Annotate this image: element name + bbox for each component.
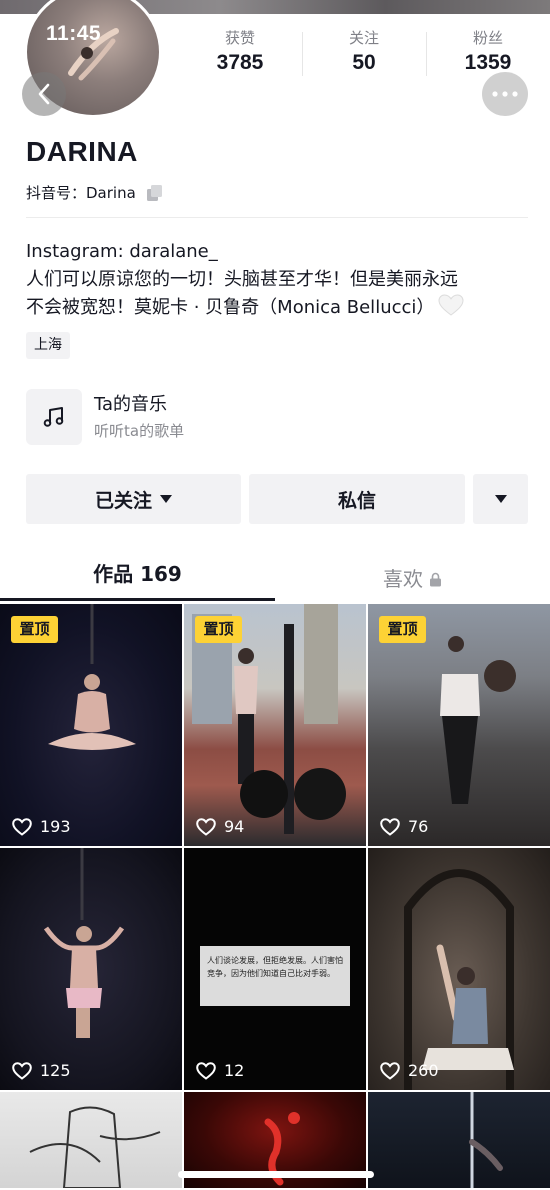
bio-line-3: 不会被宽恕！莫妮卡 · 贝鲁奇（Monica Bellucci） [26,297,435,318]
location-tag[interactable]: 上海 [26,332,70,359]
stat-following-label: 关注 [348,29,379,47]
video-grid: 置顶 193 置顶 94 置顶 76 125 人们谈论发展，但拒绝发展。人们害怕… [0,604,550,1188]
tab-likes[interactable]: 喜欢 [275,556,550,602]
white-heart-icon [438,294,464,316]
lock-icon [430,572,441,586]
video-thumbnail[interactable]: 人们谈论发展，但拒绝发展。人们害怕竞争，因为他们知道自己比对手弱。 12 [184,848,366,1090]
divider [26,217,528,218]
stat-following-value: 50 [352,51,376,74]
video-thumbnail[interactable] [368,1092,550,1188]
like-count-value: 193 [40,817,71,836]
video-thumbnail[interactable]: 260 [368,848,550,1090]
music-subtitle: 听听ta的歌单 [94,422,185,440]
bio-line-2: 人们可以原谅您的一切！头脑甚至才华！但是美丽永远 [26,269,458,290]
chevron-left-icon [38,83,50,105]
stat-likes[interactable]: 获赞 3785 [178,28,302,80]
like-count-value: 125 [40,1061,71,1080]
video-thumbnail[interactable] [0,1092,182,1188]
bio-line-3-wrap: 不会被宽恕！莫妮卡 · 贝鲁奇（Monica Bellucci） [26,294,536,322]
stat-followers-value: 1359 [464,51,512,74]
music-icon-box [26,389,82,445]
like-count-value: 76 [408,817,429,836]
profile-name: DARINA [26,136,138,167]
pinned-badge: 置顶 [379,616,426,643]
profile-stats: 获赞 3785 关注 50 粉丝 1359 [178,28,550,80]
aerial-hoop-arms-figure [43,848,125,1038]
pinned-badge: 置顶 [195,616,242,643]
stat-likes-label: 获赞 [224,29,255,47]
video-thumbnail[interactable]: 125 [0,848,182,1090]
tab-underline [0,598,275,601]
like-count: 125 [12,1061,71,1080]
heart-outline-icon [12,817,32,836]
message-button[interactable]: 私信 [249,474,465,524]
heart-outline-icon [12,1061,32,1080]
followed-button[interactable]: 已关注 [26,474,241,524]
like-count-value: 12 [224,1061,245,1080]
heart-outline-icon [380,1061,400,1080]
caret-down-icon [494,495,507,503]
douyin-id-text: 抖音号：Darina [26,184,136,202]
like-count: 76 [380,817,428,836]
mirror-stretch-figure [404,869,514,1090]
like-count-value: 260 [408,1061,439,1080]
home-indicator [178,1171,374,1178]
tab-likes-label: 喜欢 [383,567,423,591]
back-button[interactable] [22,72,66,116]
music-note-icon [43,407,64,427]
caret-down-icon [160,495,172,503]
stat-followers-label: 粉丝 [472,29,503,47]
tab-works[interactable]: 作品 169 [0,556,275,602]
douyin-id: 抖音号：Darina [26,182,164,203]
stat-likes-value: 3785 [216,51,264,74]
heart-outline-icon [380,817,400,836]
music-text: Ta的音乐 听听ta的歌单 [94,392,184,442]
content-tabs: 作品 169 喜欢 [0,556,550,602]
pole-figure [469,1092,503,1188]
status-time: 11:45 [46,22,102,45]
video-thumbnail[interactable]: 置顶 76 [368,604,550,846]
like-count: 94 [196,817,244,836]
like-count: 12 [196,1061,244,1080]
music-entry[interactable]: Ta的音乐 听听ta的歌单 [26,388,526,446]
video-thumbnail[interactable]: 置顶 94 [184,604,366,846]
stat-following[interactable]: 关注 50 [302,28,426,80]
action-buttons: 已关注 私信 [26,474,528,524]
more-options-button[interactable] [473,474,528,524]
like-count-value: 94 [224,817,245,836]
video-thumbnail[interactable]: 置顶 193 [0,604,182,846]
bio-line-1: Instagram: daralane_ [26,241,218,262]
quote-card: 人们谈论发展，但拒绝发展。人们害怕竞争，因为他们知道自己比对手弱。 [200,946,350,1006]
sketch-figure [29,1106,161,1188]
ellipsis-icon [492,91,518,97]
like-count: 260 [380,1061,439,1080]
heart-outline-icon [196,1061,216,1080]
stat-followers[interactable]: 粉丝 1359 [426,28,550,80]
pinned-badge: 置顶 [11,616,58,643]
like-count: 193 [12,817,71,836]
heart-outline-icon [196,817,216,836]
music-title: Ta的音乐 [94,394,168,415]
message-button-label: 私信 [337,489,376,512]
followed-button-label: 已关注 [94,489,152,512]
copy-icon[interactable] [146,184,164,202]
bio: Instagram: daralane_ 人们可以原谅您的一切！头脑甚至才华！但… [26,238,536,322]
